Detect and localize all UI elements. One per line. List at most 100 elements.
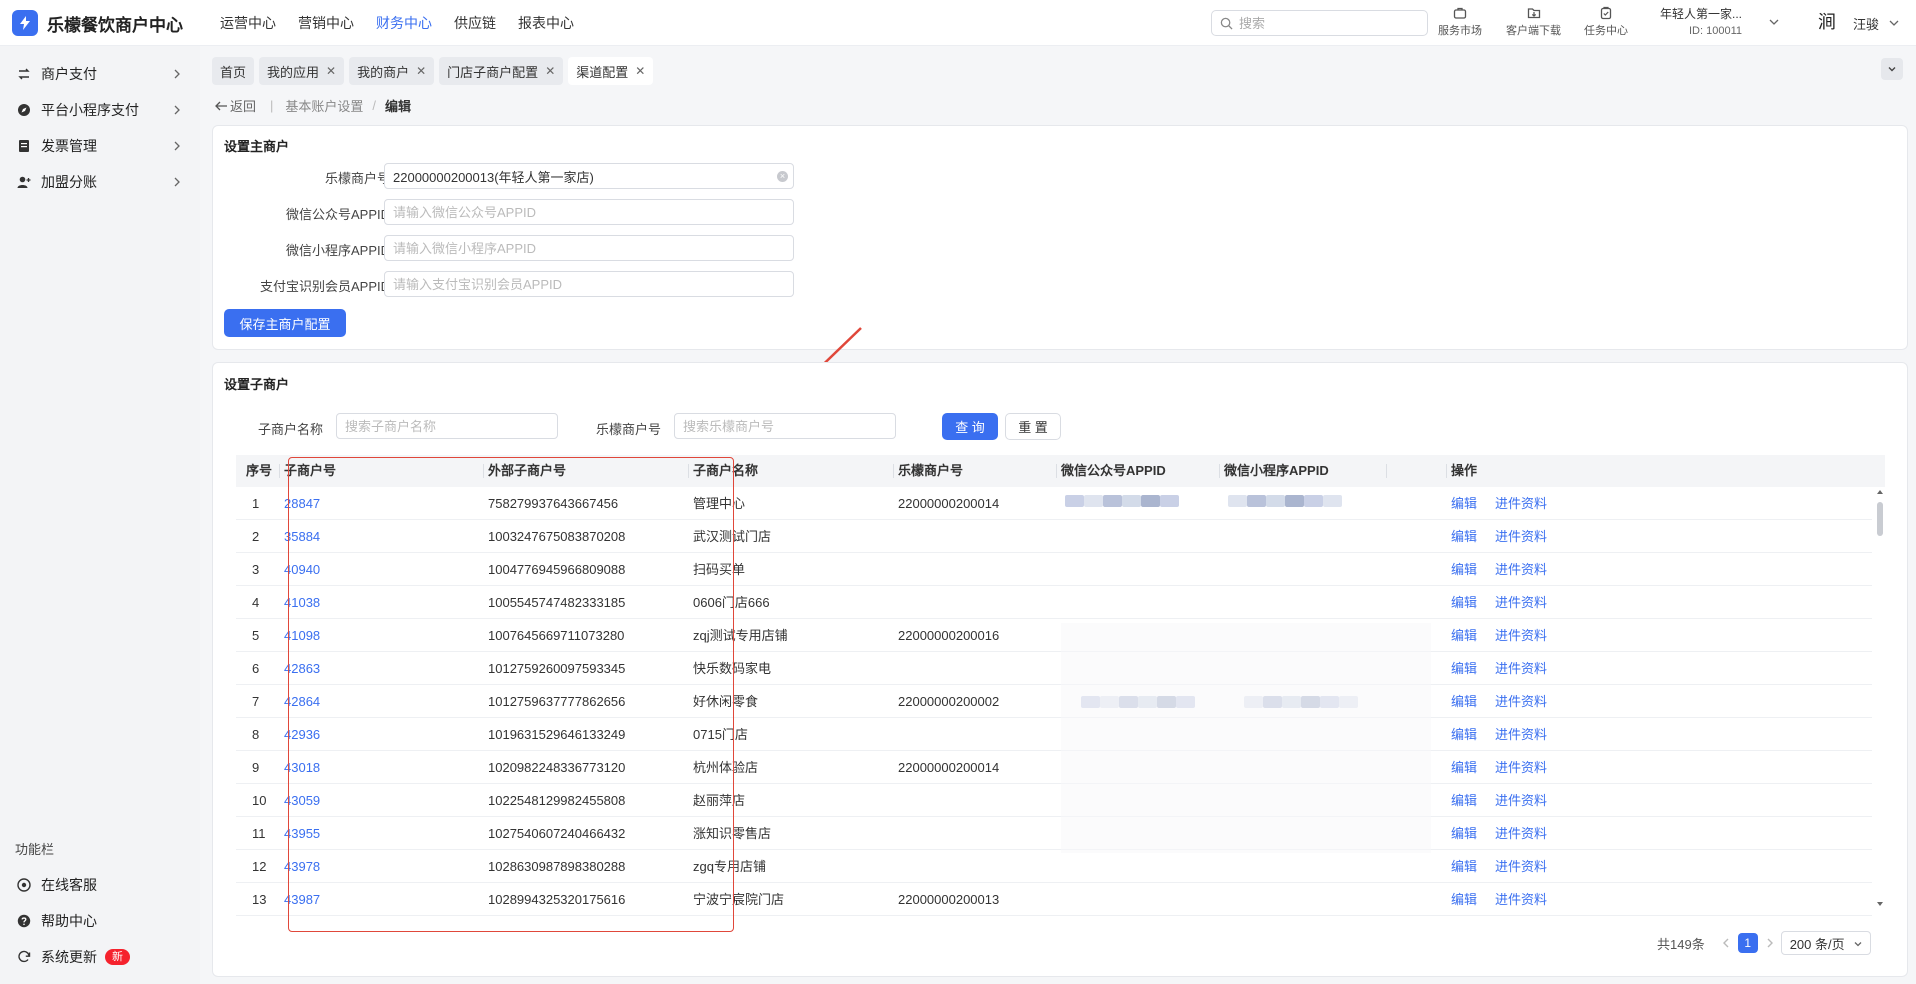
edit-link[interactable]: 编辑 [1451,817,1477,850]
topnav-item[interactable]: 供应链 [454,0,496,46]
sub-merchant-no-link[interactable]: 43955 [284,817,320,850]
lemeng-merchant-no-search-input[interactable] [674,413,896,439]
sub-merchant-no-link[interactable]: 42864 [284,685,320,718]
onboarding-info-link[interactable]: 进件资料 [1495,883,1547,916]
wechat-oa-appid-field[interactable] [384,199,794,225]
sidebar-item-platform-miniapp-payment[interactable]: 平台小程序支付 [0,92,200,128]
onboarding-info-link[interactable]: 进件资料 [1495,487,1547,520]
page-size-select[interactable]: 200 条/页 [1780,931,1871,955]
edit-link[interactable]: 编辑 [1451,685,1477,718]
prev-page-icon[interactable] [1721,937,1731,949]
table-scrollbar[interactable] [1877,488,1883,908]
page-button-active[interactable]: 1 [1737,933,1758,953]
close-icon[interactable]: ✕ [326,64,336,78]
edit-link[interactable]: 编辑 [1451,520,1477,553]
user-name[interactable]: 汪骏 [1853,14,1879,33]
close-icon[interactable]: ✕ [416,64,426,78]
reset-button[interactable]: 重 置 [1005,413,1061,440]
topnav-item[interactable]: 报表中心 [518,0,574,46]
filter-label: 乐檬商户号 [596,422,662,437]
topnav-item[interactable]: 营销中心 [298,0,354,46]
onboarding-info-link[interactable]: 进件资料 [1495,619,1547,652]
global-search[interactable] [1211,10,1428,36]
sub-merchant-no-link[interactable]: 43018 [284,751,320,784]
scroll-down-icon[interactable] [1876,900,1884,908]
search-input[interactable] [1239,15,1419,31]
table-row: 7 42864 1012759637777862656 好休闲零食 2200000020… [236,685,1872,718]
app-logo[interactable]: 乐檬餐饮商户中心 [12,10,183,36]
top-nav: 运营中心 营销中心 财务中心 供应链 报表中心 [220,0,596,46]
sidebar-item-online-service[interactable]: 在线客服 [0,867,200,903]
sidebar-item-invoice[interactable]: 发票管理 [0,128,200,164]
edit-link[interactable]: 编辑 [1451,718,1477,751]
breadcrumb-parent[interactable]: 基本账户设置 [285,96,363,115]
tab[interactable]: 门店子商户配置 ✕ [439,57,564,85]
query-button[interactable]: 查 询 [942,413,998,440]
next-page-icon[interactable] [1765,937,1775,949]
close-icon[interactable]: ✕ [635,64,645,78]
edit-link[interactable]: 编辑 [1451,586,1477,619]
close-icon[interactable]: ✕ [545,64,555,78]
sub-merchant-no-link[interactable]: 41038 [284,586,320,619]
chevron-down-icon[interactable] [1888,17,1900,29]
onboarding-info-link[interactable]: 进件资料 [1495,685,1547,718]
sub-merchant-name-search-input[interactable] [336,413,558,439]
topnav-item[interactable]: 运营中心 [220,0,276,46]
tabs-menu-button[interactable] [1881,58,1903,80]
column-divider [483,464,484,478]
sub-merchant-no-link[interactable]: 43987 [284,883,320,916]
sub-merchant-no-link[interactable]: 43059 [284,784,320,817]
edit-link[interactable]: 编辑 [1451,784,1477,817]
tab[interactable]: 我的商户 ✕ [349,57,435,85]
tab[interactable]: 渠道配置 ✕ [568,57,654,85]
sub-merchant-no-link[interactable]: 41098 [284,619,320,652]
edit-link[interactable]: 编辑 [1451,751,1477,784]
onboarding-info-link[interactable]: 进件资料 [1495,784,1547,817]
wechat-miniapp-appid-field[interactable] [384,235,794,261]
column-divider [1219,464,1220,478]
sub-merchant-no-link[interactable]: 42863 [284,652,320,685]
onboarding-info-link[interactable]: 进件资料 [1495,751,1547,784]
scroll-up-icon[interactable] [1876,488,1884,496]
sub-merchant-no-link[interactable]: 40940 [284,553,320,586]
sidebar-item-merchant-payment[interactable]: 商户支付 [0,56,200,92]
edit-link[interactable]: 编辑 [1451,553,1477,586]
topnav-item[interactable]: 财务中心 [376,0,432,46]
onboarding-info-link[interactable]: 进件资料 [1495,850,1547,883]
sub-merchant-no-link[interactable]: 28847 [284,487,320,520]
task-center-button[interactable]: 任务中心 [1584,6,1628,38]
sub-merchant-no-link[interactable]: 35884 [284,520,320,553]
edit-link[interactable]: 编辑 [1451,487,1477,520]
scrollbar-thumb[interactable] [1877,502,1883,536]
alipay-member-appid-field[interactable] [384,271,794,297]
edit-link[interactable]: 编辑 [1451,883,1477,916]
onboarding-info-link[interactable]: 进件资料 [1495,553,1547,586]
sub-merchant-no-link[interactable]: 42936 [284,718,320,751]
account-switcher[interactable]: 年轻人第一家... ID: 100011 [1656,5,1742,37]
onboarding-info-link[interactable]: 进件资料 [1495,586,1547,619]
column-divider [1056,464,1057,478]
onboarding-info-link[interactable]: 进件资料 [1495,718,1547,751]
sub-merchant-no-link[interactable]: 43978 [284,850,320,883]
edit-link[interactable]: 编辑 [1451,619,1477,652]
tab[interactable]: 首页 [212,57,255,85]
clear-icon[interactable]: × [777,171,788,182]
lemeng-merchant-no-field[interactable] [384,163,794,189]
sub-merchant-name: 0715门店 [693,727,748,742]
back-button[interactable]: 返回 [214,96,256,115]
sidebar-section-title: 功能栏 [15,842,55,857]
service-market-button[interactable]: 服务市场 [1438,6,1482,38]
edit-link[interactable]: 编辑 [1451,850,1477,883]
avatar[interactable]: 涧 [1818,12,1840,34]
onboarding-info-link[interactable]: 进件资料 [1495,520,1547,553]
sidebar-item-franchise-split[interactable]: 加盟分账 [0,164,200,200]
sidebar-item-help-center[interactable]: 帮助中心 [0,903,200,939]
onboarding-info-link[interactable]: 进件资料 [1495,817,1547,850]
save-main-merchant-button[interactable]: 保存主商户配置 [224,309,346,337]
client-download-button[interactable]: 客户端下载 [1506,6,1561,38]
chevron-down-icon[interactable] [1768,16,1780,28]
sidebar-item-system-update[interactable]: 系统更新 新 [0,939,200,975]
onboarding-info-link[interactable]: 进件资料 [1495,652,1547,685]
edit-link[interactable]: 编辑 [1451,652,1477,685]
tab[interactable]: 我的应用 ✕ [259,57,345,85]
